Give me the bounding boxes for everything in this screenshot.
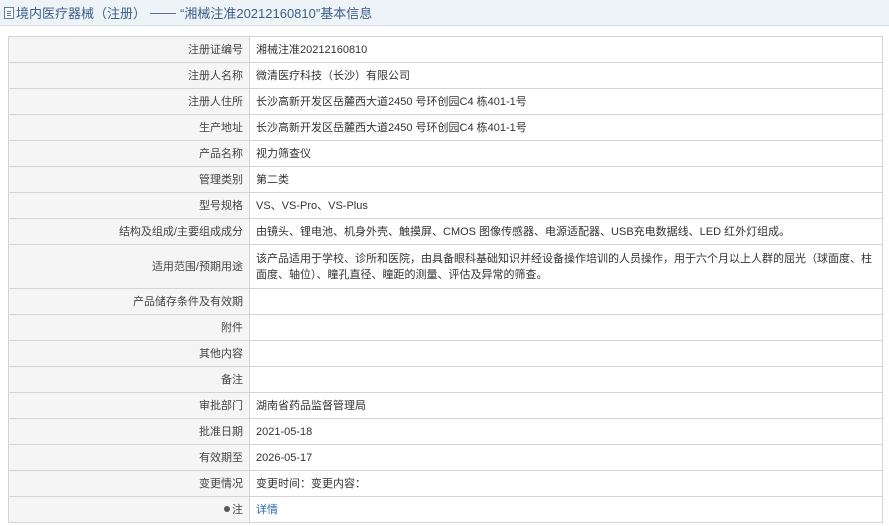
row-value (249, 340, 883, 367)
table-row: 适用范围/预期用途 该产品适用于学校、诊所和医院，由具备眼科基础知识并经设备操作培… (8, 244, 883, 289)
row-label: 注册人住所 (8, 88, 250, 115)
note-label: 注 (232, 503, 243, 516)
table-row-note: 注 详情 (8, 496, 883, 523)
row-value: 2021-05-18 (249, 418, 883, 445)
table-row: 附件 (8, 314, 883, 341)
row-label: 产品储存条件及有效期 (8, 288, 250, 315)
row-value: 微清医疗科技（长沙）有限公司 (249, 62, 883, 89)
table-row: 型号规格 VS、VS-Pro、VS-Plus (8, 192, 883, 219)
row-value (249, 314, 883, 341)
row-label: 生产地址 (8, 114, 250, 141)
row-label: 结构及组成/主要组成成分 (8, 218, 250, 245)
row-value: 第二类 (249, 166, 883, 193)
row-label: 注册证编号 (8, 36, 250, 63)
info-table: 注册证编号 湘械注准20212160810 注册人名称 微清医疗科技（长沙）有限公司… (8, 36, 883, 523)
row-value: 湘械注准20212160810 (249, 36, 883, 63)
table-row: 备注 (8, 366, 883, 393)
row-label: 有效期至 (8, 444, 250, 471)
table-row: 产品名称 视力筛查仪 (8, 140, 883, 167)
row-label: 批准日期 (8, 418, 250, 445)
pin-icon (224, 505, 230, 512)
header-title: “湘械注准20212160810”基本信息 (180, 6, 373, 21)
table-row: 注册人名称 微清医疗科技（长沙）有限公司 (8, 62, 883, 89)
detail-link[interactable]: 详情 (256, 504, 278, 516)
row-label: 产品名称 (8, 140, 250, 167)
row-value: 由镜头、锂电池、机身外壳、触摸屏、CMOS 图像传感器、电源适配器、USB充电数… (249, 218, 883, 245)
header-separator: —— (150, 5, 177, 20)
note-value-cell: 详情 (249, 496, 883, 523)
row-value (249, 366, 883, 393)
row-label: 变更情况 (8, 470, 250, 497)
table-row: 结构及组成/主要组成成分 由镜头、锂电池、机身外壳、触摸屏、CMOS 图像传感器、… (8, 218, 883, 245)
table-row: 批准日期 2021-05-18 (8, 418, 883, 445)
table-row: 管理类别 第二类 (8, 166, 883, 193)
row-label: 审批部门 (8, 392, 250, 419)
header-prefix: 境内医疗器械（注册） (16, 6, 147, 21)
table-row: 注册人住所 长沙高新开发区岳麓西大道2450 号环创园C4 栋401-1号 (8, 88, 883, 115)
row-value: 长沙高新开发区岳麓西大道2450 号环创园C4 栋401-1号 (249, 88, 883, 115)
row-value: 湖南省药品监督管理局 (249, 392, 883, 419)
row-value: 2026-05-17 (249, 444, 883, 471)
table-row: 有效期至 2026-05-17 (8, 444, 883, 471)
row-value: 变更时间：变更内容： (249, 470, 883, 497)
table-row: 审批部门 湖南省药品监督管理局 (8, 392, 883, 419)
table-row: 其他内容 (8, 340, 883, 367)
table-row: 变更情况 变更时间：变更内容： (8, 470, 883, 497)
row-label: 备注 (8, 366, 250, 393)
row-label: 型号规格 (8, 192, 250, 219)
table-row: 产品储存条件及有效期 (8, 288, 883, 315)
document-icon (4, 6, 14, 19)
row-label: 附件 (8, 314, 250, 341)
row-value: VS、VS-Pro、VS-Plus (249, 192, 883, 219)
table-row: 生产地址 长沙高新开发区岳麓西大道2450 号环创园C4 栋401-1号 (8, 114, 883, 141)
row-value: 该产品适用于学校、诊所和医院，由具备眼科基础知识并经设备操作培训的人员操作，用于… (249, 244, 883, 289)
row-label: 其他内容 (8, 340, 250, 367)
note-label-cell: 注 (8, 496, 250, 523)
row-label: 管理类别 (8, 166, 250, 193)
row-label: 适用范围/预期用途 (8, 244, 250, 289)
row-label: 注册人名称 (8, 62, 250, 89)
row-value: 视力筛查仪 (249, 140, 883, 167)
page-header: 境内医疗器械（注册） —— “湘械注准20212160810”基本信息 (0, 0, 889, 26)
row-value: 长沙高新开发区岳麓西大道2450 号环创园C4 栋401-1号 (249, 114, 883, 141)
row-value (249, 288, 883, 315)
table-row: 注册证编号 湘械注准20212160810 (8, 36, 883, 63)
